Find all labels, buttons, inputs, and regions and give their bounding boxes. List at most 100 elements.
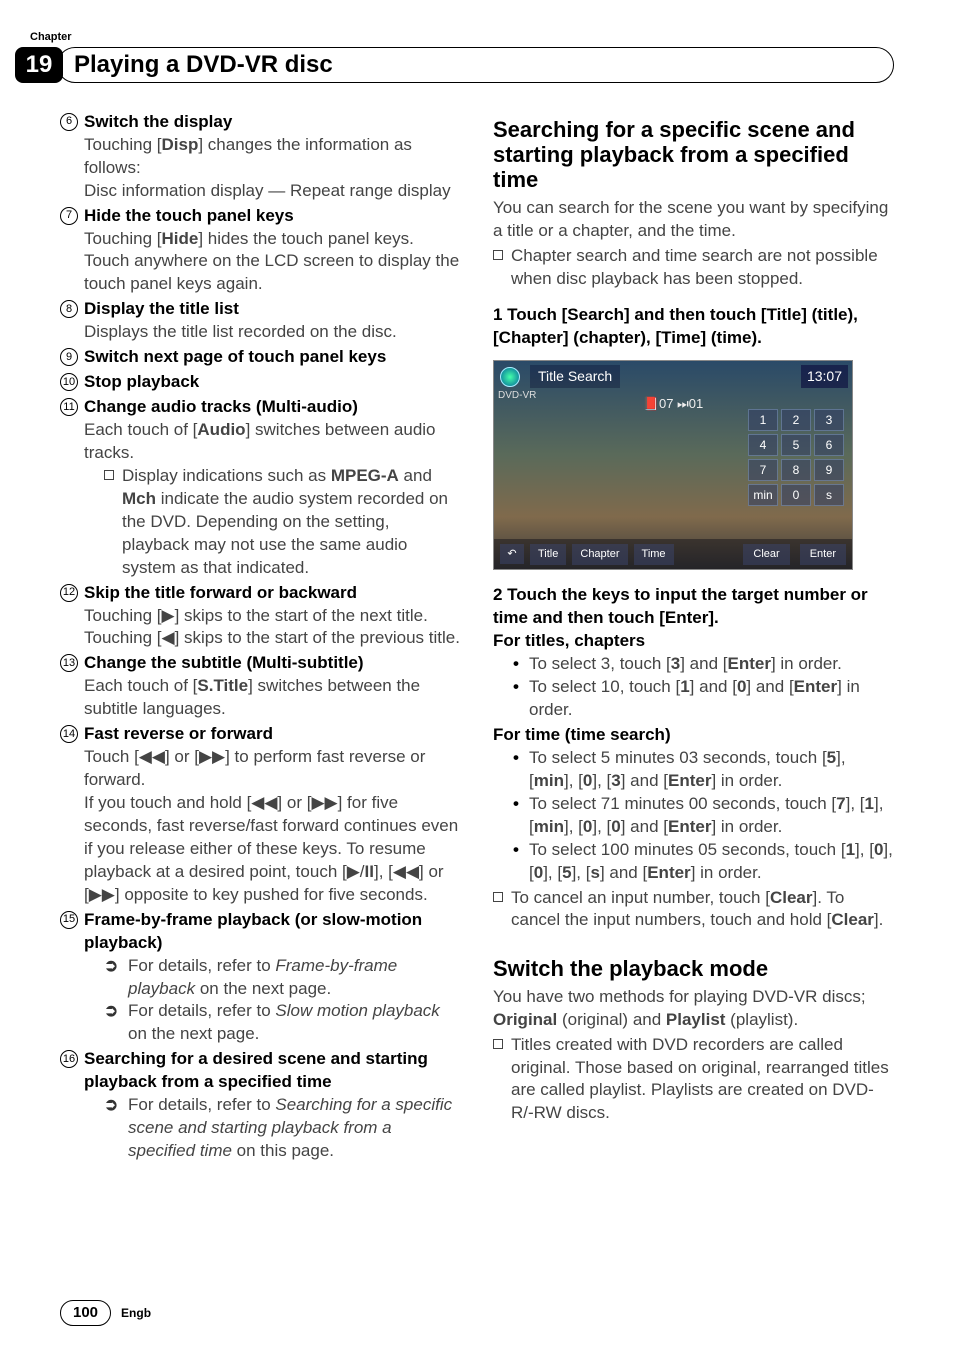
list-item-text: To select 10, touch [1] and [0] and [Ent… — [529, 676, 894, 722]
item-arrow-note: For details, refer to Frame-by-frame pla… — [128, 955, 461, 1001]
clear-button[interactable]: Clear — [743, 544, 789, 565]
item-arrow-note: For details, refer to Searching for a sp… — [128, 1094, 461, 1163]
tab-time[interactable]: Time — [634, 544, 674, 565]
numbered-item: 8 Display the title listDisplays the titl… — [60, 298, 461, 344]
item-title: Change the subtitle (Multi-subtitle) — [84, 652, 461, 675]
item-number-icon: 15 — [60, 911, 78, 929]
keypad-key[interactable]: min — [748, 484, 778, 506]
keypad-key[interactable]: 0 — [781, 484, 811, 506]
item-title: Frame-by-frame playback (or slow-motion … — [84, 909, 461, 955]
keypad-key[interactable]: 4 — [748, 434, 778, 456]
chapter-title: Playing a DVD-VR disc — [74, 49, 333, 81]
chapter-number-badge: 19 — [15, 47, 63, 83]
list-item-text: To select 100 minutes 05 seconds, touch … — [529, 839, 894, 885]
item-title: Switch the display — [84, 111, 461, 134]
list-item-text: To select 3, touch [3] and [Enter] in or… — [529, 653, 842, 676]
search-note: Chapter search and time search are not p… — [511, 245, 894, 291]
item-body-text: Touching [Disp] changes the information … — [84, 134, 461, 203]
dot-bullet-icon: • — [513, 747, 529, 793]
list-item: •To select 10, touch [1] and [0] and [En… — [493, 676, 894, 722]
item-title: Change audio tracks (Multi-audio) — [84, 396, 461, 419]
item-number-icon: 14 — [60, 725, 78, 743]
item-title: Display the title list — [84, 298, 461, 321]
keypad-key[interactable]: 8 — [781, 459, 811, 481]
numbered-item: 7 Hide the touch panel keysTouching [Hide… — [60, 205, 461, 297]
item-number-icon: 11 — [60, 398, 78, 416]
square-bullet-icon — [104, 470, 114, 480]
time-search-label: For time (time search) — [493, 724, 894, 747]
arrow-bullet-icon: ➲ — [104, 1094, 122, 1163]
square-bullet-icon — [493, 892, 503, 902]
tab-chapter[interactable]: Chapter — [572, 544, 627, 565]
item-title: Skip the title forward or backward — [84, 582, 461, 605]
keypad-key[interactable]: 3 — [814, 409, 844, 431]
keypad-key[interactable]: s — [814, 484, 844, 506]
item-sub-note: Display indications such as MPEG-A and M… — [122, 465, 461, 580]
item-body-text: Each touch of [S.Title] switches between… — [84, 675, 461, 721]
item-body-text: Touching [Hide] hides the touch panel ke… — [84, 228, 461, 297]
numbered-item: 15 Frame-by-frame playback (or slow-motio… — [60, 909, 461, 1047]
item-title: Stop playback — [84, 371, 461, 394]
titles-chapters-label: For titles, chapters — [493, 630, 894, 653]
item-number-icon: 10 — [60, 373, 78, 391]
enter-button[interactable]: Enter — [800, 544, 846, 565]
numbered-item: 6 Switch the displayTouching [Disp] chang… — [60, 111, 461, 203]
screenshot-time: 13:07 — [801, 365, 848, 388]
keypad-key[interactable]: 5 — [781, 434, 811, 456]
item-title: Fast reverse or forward — [84, 723, 461, 746]
item-number-icon: 16 — [60, 1050, 78, 1068]
screenshot-keypad: 123 456 789 min0s — [748, 409, 844, 506]
item-number-icon: 13 — [60, 654, 78, 672]
switch-mode-note: Titles created with DVD recorders are ca… — [511, 1034, 894, 1126]
numbered-item: 10 Stop playback — [60, 371, 461, 394]
clear-note: To cancel an input number, touch [Clear]… — [511, 887, 894, 933]
item-body-text: Each touch of [Audio] switches between a… — [84, 419, 461, 465]
item-number-icon: 12 — [60, 584, 78, 602]
search-intro: You can search for the scene you want by… — [493, 197, 894, 243]
screenshot-bottom-bar: ↶ Title Chapter Time Clear Enter — [494, 539, 852, 569]
keypad-key[interactable]: 2 — [781, 409, 811, 431]
tab-title[interactable]: Title — [530, 544, 566, 565]
numbered-item: 14Fast reverse or forwardTouch [◀◀] or [… — [60, 723, 461, 907]
numbered-item: 12 Skip the title forward or backwardTouc… — [60, 582, 461, 651]
left-column: 6 Switch the displayTouching [Disp] chang… — [60, 111, 461, 1165]
keypad-key[interactable]: 1 — [748, 409, 778, 431]
dot-bullet-icon: • — [513, 676, 529, 722]
step-1-heading: 1 Touch [Search] and then touch [Title] … — [493, 304, 894, 350]
item-title: Hide the touch panel keys — [84, 205, 461, 228]
item-body-text: Displays the title list recorded on the … — [84, 321, 461, 344]
list-item-text: To select 5 minutes 03 seconds, touch [5… — [529, 747, 894, 793]
arrow-bullet-icon: ➲ — [104, 1000, 122, 1046]
item-title: Searching for a desired scene and starti… — [84, 1048, 461, 1094]
item-number-icon: 6 — [60, 113, 78, 131]
item-arrow-note: For details, refer to Slow motion playba… — [128, 1000, 461, 1046]
item-number-icon: 7 — [60, 207, 78, 225]
list-item: •To select 3, touch [3] and [Enter] in o… — [493, 653, 894, 676]
back-icon[interactable]: ↶ — [500, 544, 524, 564]
keypad-key[interactable]: 6 — [814, 434, 844, 456]
numbered-item: 13 Change the subtitle (Multi-subtitle)Ea… — [60, 652, 461, 721]
list-item-text: To select 71 minutes 00 seconds, touch [… — [529, 793, 894, 839]
keypad-key[interactable]: 9 — [814, 459, 844, 481]
item-number-icon: 9 — [60, 348, 78, 366]
switch-mode-intro: You have two methods for playing DVD-VR … — [493, 986, 894, 1032]
chapter-label: Chapter — [30, 30, 894, 45]
switch-mode-heading: Switch the playback mode — [493, 956, 894, 981]
numbered-item: 9 Switch next page of touch panel keys — [60, 346, 461, 369]
item-body-text: Touching [▶] skips to the start of the n… — [84, 605, 461, 651]
numbered-item: 11 Change audio tracks (Multi-audio)Each … — [60, 396, 461, 580]
item-title: Switch next page of touch panel keys — [84, 346, 461, 369]
list-item: •To select 71 minutes 00 seconds, touch … — [493, 793, 894, 839]
title-search-screenshot: Title Search 13:07 DVD-VR 📕07 ⏭01 123456… — [493, 360, 853, 570]
dot-bullet-icon: • — [513, 793, 529, 839]
keypad-key[interactable]: 7 — [748, 459, 778, 481]
item-number-icon: 8 — [60, 300, 78, 318]
arrow-bullet-icon: ➲ — [104, 955, 122, 1001]
chapter-header: 19 Playing a DVD-VR disc — [15, 47, 894, 83]
step-2-heading: 2 Touch the keys to input the target num… — [493, 584, 894, 630]
search-section-heading: Searching for a specific scene and start… — [493, 117, 894, 193]
page-number: 100 — [60, 1300, 111, 1326]
chapter-title-wrap: Playing a DVD-VR disc — [57, 47, 894, 83]
language-label: Engb — [121, 1305, 151, 1321]
dot-bullet-icon: • — [513, 839, 529, 885]
